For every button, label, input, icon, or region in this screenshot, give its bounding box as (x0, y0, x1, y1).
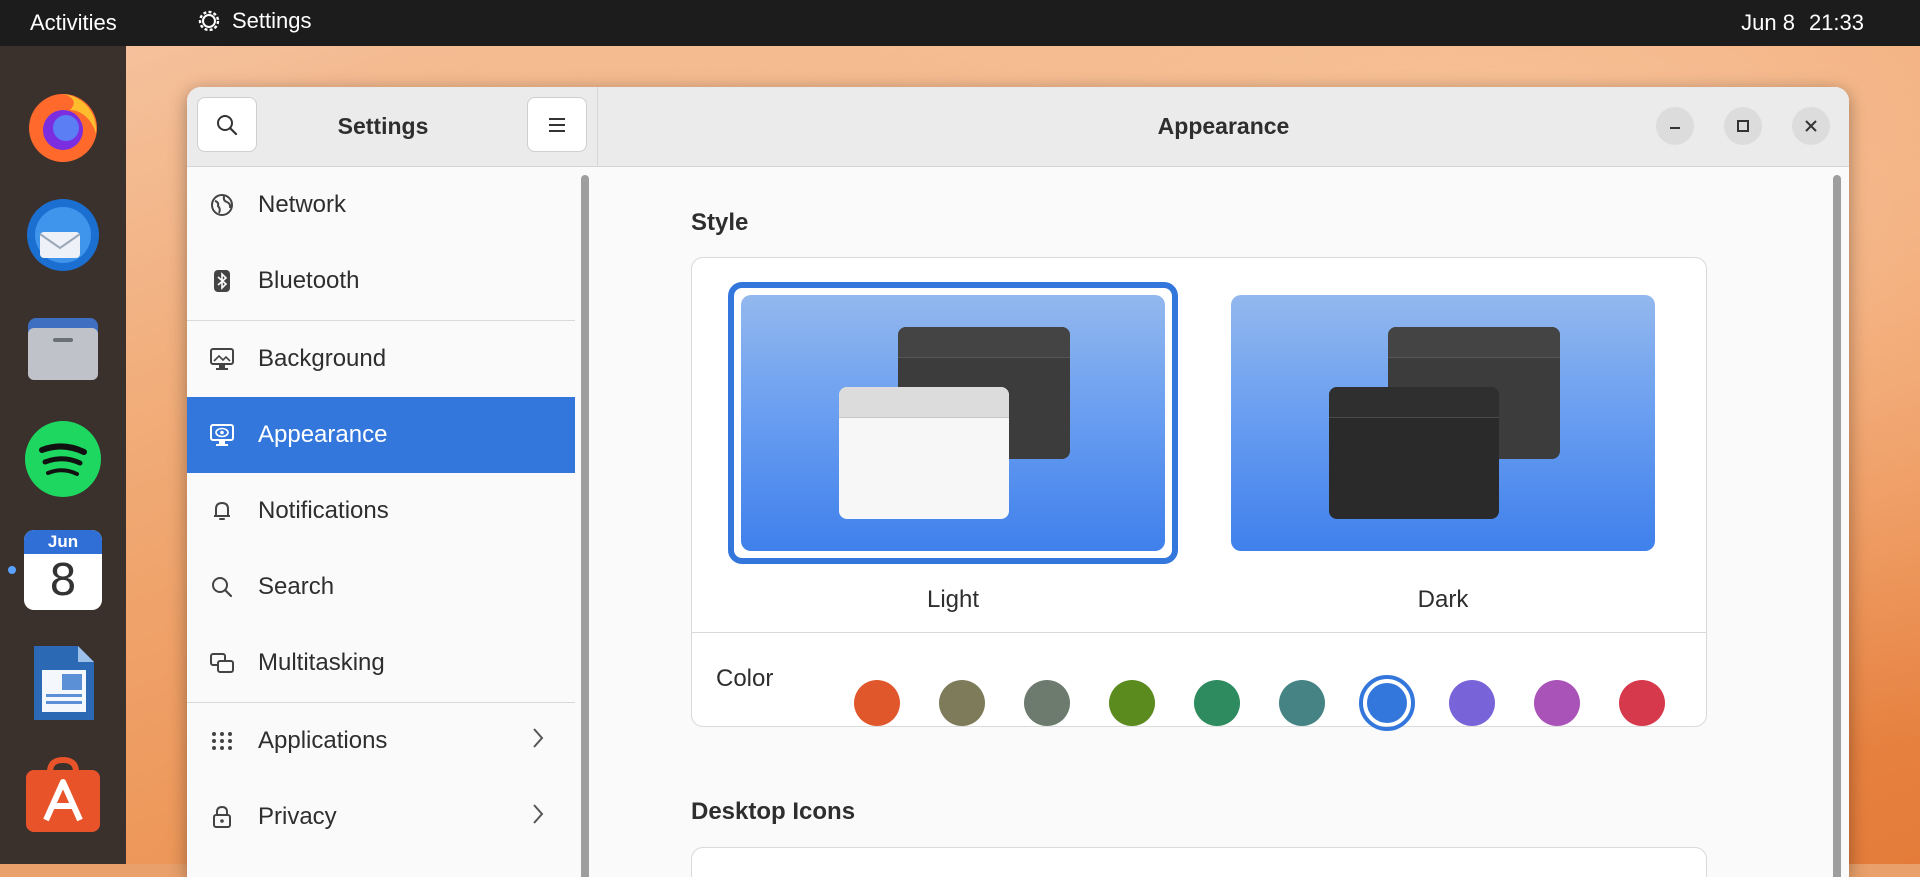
app-menu[interactable]: Settings (196, 8, 312, 34)
spotify-icon (25, 421, 101, 497)
card-divider (692, 632, 1706, 633)
dock-files[interactable] (22, 306, 104, 388)
style-option-light[interactable] (741, 295, 1165, 551)
search-button[interactable] (197, 97, 257, 152)
dock-firefox[interactable] (22, 84, 104, 166)
color-label: Color (716, 665, 774, 692)
app-name: Settings (232, 8, 312, 33)
color-swatch-purple[interactable] (1449, 680, 1495, 726)
lock-icon (209, 804, 235, 830)
network-icon (209, 192, 235, 218)
clock-date: Jun 8 (1741, 10, 1795, 35)
style-label-dark: Dark (1417, 586, 1469, 613)
clock-time: 21:33 (1808, 10, 1864, 35)
app-center-icon (26, 756, 100, 832)
apps-grid-icon (209, 728, 235, 754)
sidebar-scrollbar[interactable] (581, 175, 589, 877)
desktop-icons-section-title: Desktop Icons (691, 798, 856, 825)
dock-calendar[interactable]: Jun 8 (22, 530, 104, 612)
color-swatch-sage[interactable] (1024, 680, 1070, 726)
search-icon (217, 114, 238, 135)
sidebar: Network Bluetooth Background Appearance (187, 167, 575, 877)
color-swatch-prussian-green[interactable] (1279, 680, 1325, 726)
multitasking-icon (209, 650, 235, 676)
sidebar-title: Settings (337, 113, 429, 139)
settings-window: Settings Appearance Network Bluetooth Ba… (187, 87, 1849, 877)
color-swatch-magenta[interactable] (1534, 680, 1580, 726)
style-option-dark[interactable] (1231, 295, 1655, 551)
thunderbird-icon (27, 199, 99, 271)
dock-app-center[interactable] (22, 754, 104, 836)
close-icon (1805, 120, 1817, 132)
style-card: Light Dark Color (691, 257, 1707, 731)
maximize-button[interactable] (1724, 107, 1762, 145)
search-icon (209, 574, 235, 600)
appearance-icon (209, 422, 235, 448)
sidebar-item-label: Multitasking (258, 649, 385, 676)
dock: Jun 8 (0, 46, 126, 864)
calendar-icon: Jun 8 (24, 530, 102, 610)
color-swatch-orange[interactable] (854, 680, 900, 726)
dock-spotify[interactable] (22, 418, 104, 500)
preview-front-window-light (839, 387, 1009, 519)
content-scrollbar[interactable] (1833, 175, 1841, 877)
maximize-icon (1737, 120, 1749, 132)
sidebar-item-notifications[interactable]: Notifications (187, 473, 575, 549)
firefox-icon (29, 94, 97, 162)
sidebar-item-network[interactable]: Network (187, 167, 575, 243)
sidebar-header: Settings (187, 87, 598, 167)
color-swatch-blue[interactable] (1364, 680, 1410, 726)
color-swatch-viridian[interactable] (1194, 680, 1240, 726)
color-swatch-red[interactable] (1619, 680, 1665, 726)
close-button[interactable] (1792, 107, 1830, 145)
color-swatch-olive[interactable] (1109, 680, 1155, 726)
sidebar-item-multitasking[interactable]: Multitasking (187, 625, 575, 701)
sidebar-item-bluetooth[interactable]: Bluetooth (187, 243, 575, 319)
main-menu-button[interactable] (527, 97, 587, 152)
sidebar-item-label: Applications (258, 727, 388, 754)
sidebar-item-label: Privacy (258, 803, 337, 830)
sidebar-item-appearance[interactable]: Appearance (187, 397, 575, 473)
sidebar-item-label: Bluetooth (258, 267, 360, 294)
clock[interactable]: Jun 8 21:33 (1741, 10, 1864, 36)
sidebar-item-applications[interactable]: Applications (187, 703, 575, 779)
sidebar-item-background[interactable]: Background (187, 321, 575, 397)
hamburger-menu-icon (549, 117, 565, 132)
sidebar-item-privacy[interactable]: Privacy (187, 779, 575, 855)
writer-icon (34, 646, 94, 720)
content-header: Appearance (598, 87, 1849, 167)
sidebar-item-label: Notifications (258, 497, 389, 524)
preview-front-window-dark (1329, 387, 1499, 519)
calendar-day: 8 (49, 555, 77, 606)
bell-icon (209, 498, 235, 524)
running-indicator (8, 566, 16, 574)
files-icon (28, 318, 98, 380)
minimize-icon (1670, 127, 1680, 129)
sidebar-item-label: Search (258, 573, 335, 600)
color-swatch-bark[interactable] (939, 680, 985, 726)
chevron-right-icon (531, 725, 545, 758)
activities-button[interactable]: Activities (30, 10, 117, 36)
dock-writer[interactable] (22, 642, 104, 724)
style-label-light: Light (926, 586, 980, 613)
style-section-title: Style (691, 209, 749, 236)
top-bar: Activities Settings Jun 8 21:33 (0, 0, 1920, 46)
settings-gear-icon (198, 10, 220, 32)
desktop-icons-card (691, 847, 1707, 877)
sidebar-item-label: Appearance (258, 421, 388, 448)
bluetooth-icon (209, 268, 235, 294)
minimize-button[interactable] (1656, 107, 1694, 145)
sidebar-item-label: Network (258, 191, 347, 218)
dock-thunderbird[interactable] (22, 194, 104, 276)
sidebar-item-label: Background (258, 345, 387, 372)
appearance-panel: Style Light Dark Color Desktop Icons (598, 167, 1828, 877)
calendar-month: Jun (24, 530, 102, 554)
sidebar-item-search[interactable]: Search (187, 549, 575, 625)
background-icon (209, 346, 235, 372)
chevron-right-icon (531, 801, 545, 834)
